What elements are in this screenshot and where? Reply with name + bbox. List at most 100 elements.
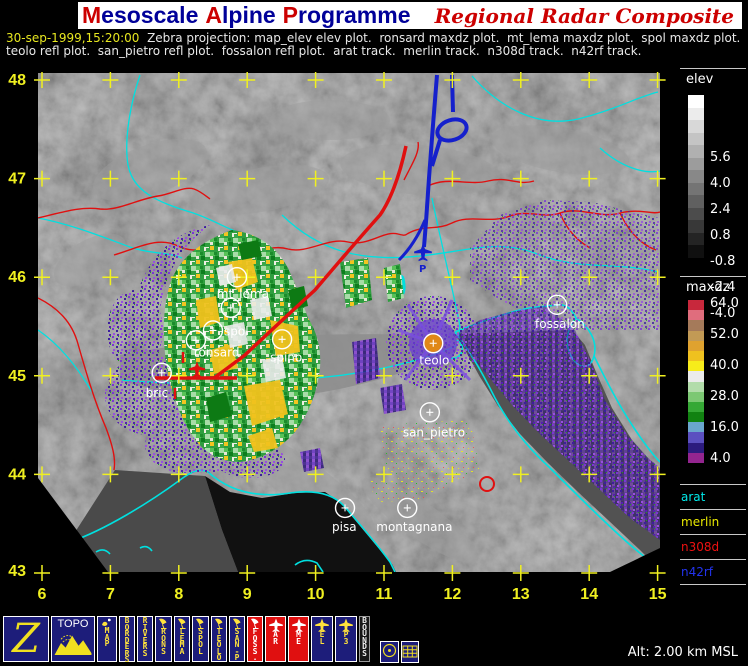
- site-label-mt_lema: mt_lema: [217, 287, 269, 301]
- colorbar-step: [688, 107, 704, 121]
- app-title: Mesoscale Alpine Programme: [82, 2, 418, 29]
- site-label-montagnana: montagnana: [376, 520, 452, 534]
- altitude-readout: Alt: 2.00 km MSL: [627, 645, 738, 660]
- toolbar-button-rivers[interactable]: RIVERS: [137, 616, 153, 662]
- site-label-spino: spino: [270, 350, 302, 364]
- radar-composite-map[interactable]: P mt_lemaspol ronsard spino bric teolo fossal…: [0, 0, 748, 666]
- colorbar-step: [688, 330, 704, 341]
- colorbar-scale-label: 52.0: [710, 327, 739, 342]
- toolbar-button-teolo[interactable]: TEOLO: [211, 616, 227, 662]
- lat-axis-label: 48: [8, 72, 26, 89]
- sun-icon: [382, 643, 397, 662]
- toolbar-button-label: SAN-P: [234, 627, 240, 662]
- status-bar: 30-sep-1999,15:20:00 Zebra projection: m…: [6, 32, 744, 58]
- toolbar-button-label: BORDERS: [124, 616, 130, 664]
- colorbar-step: [688, 422, 704, 433]
- colorbar-scale-label: 40.0: [710, 358, 739, 373]
- colorbar-step: [688, 207, 704, 221]
- colorbar-scale-label: 0.8: [710, 228, 731, 243]
- toolbar-button-topo[interactable]: TOPO: [51, 616, 95, 662]
- toolbar-button-bounds[interactable]: BOUNDS: [359, 616, 370, 662]
- mountain-icon: [54, 631, 92, 659]
- colorbar-step: [688, 391, 704, 402]
- track-label-merlin: merlin: [681, 515, 720, 529]
- legend-panel: elev 5.6 4.0 2.4 0.8 -0.8 -2.4 -4.0 maxdz 64.0…: [672, 60, 748, 616]
- toolbar-button-ar[interactable]: AR: [265, 616, 286, 662]
- toolbar-button-p3[interactable]: P3: [335, 616, 357, 662]
- lon-axis-label: 11: [376, 586, 393, 603]
- lat-axis-label: 44: [8, 466, 26, 483]
- colorbar-step: [688, 157, 704, 171]
- toolbar-button-label: LEMA: [179, 627, 185, 656]
- colorbar-step: [688, 320, 704, 331]
- colorbar-step: [688, 310, 704, 321]
- toolbar-button-lema[interactable]: LEMA: [174, 616, 190, 662]
- colorbar-step: [688, 350, 704, 362]
- zebra-logo: Z: [12, 616, 40, 662]
- site-label-san_pietro: san_pietro: [403, 425, 465, 439]
- colorbar-step: [688, 361, 704, 372]
- maxdz-colorbar-labels: 64.0 52.0 40.0 28.0 16.0 4.0: [710, 296, 748, 468]
- bottom-toolbar: Z TOPO M A P B O R D E R S R I V E R S R O N S L E M A S P O L T E O L O S A…: [3, 616, 421, 665]
- colorbar-step: [688, 220, 704, 233]
- colorbar-step: [688, 132, 704, 146]
- colorbar-step: [688, 300, 704, 311]
- colorbar-step: [688, 95, 704, 108]
- lon-axis-label: 6: [38, 586, 47, 603]
- colorbar-step: [688, 442, 704, 453]
- lon-axis-label: 10: [307, 586, 325, 603]
- toolbar-button-me[interactable]: ME: [288, 616, 309, 662]
- elev-legend-title: elev: [686, 72, 714, 87]
- toolbar-button-rons[interactable]: RONS: [155, 616, 172, 662]
- lat-axis-label: 45: [8, 368, 26, 385]
- site-label-ronsard: ronsard: [194, 345, 240, 359]
- lon-axis-label: 15: [649, 586, 667, 603]
- lat-axis-label: 43: [8, 563, 26, 580]
- colorbar-step: [688, 340, 704, 351]
- site-label-teolo: teolo: [419, 353, 449, 367]
- toolbar-button-label: ME: [296, 630, 301, 646]
- track-label-n42rf: n42rf: [681, 565, 714, 579]
- colorbar-step: [688, 232, 704, 246]
- toolbar-button-san-p[interactable]: SAN-P: [229, 616, 245, 662]
- toolbar-button-spol[interactable]: SPOL: [192, 616, 209, 662]
- toolbar-button-label: SPOL: [198, 627, 203, 656]
- toolbar-button-el[interactable]: EL: [311, 616, 333, 662]
- legend-separator: [680, 276, 746, 277]
- colorbar-scale-label: -0.8: [710, 254, 736, 269]
- title-word: Mesoscale: [82, 2, 199, 28]
- colorbar-step: [688, 170, 704, 183]
- lat-axis-label: 46: [8, 269, 26, 286]
- toolbar-button-label: TEOLO: [216, 627, 222, 662]
- toolbar-button-zebra[interactable]: Z: [3, 616, 49, 662]
- colorbar-step: [688, 145, 704, 158]
- colorbar-step: [688, 412, 704, 423]
- aircraft-flag-label: P: [419, 264, 426, 275]
- legend-separator: [680, 584, 746, 585]
- colorbar-step: [688, 245, 704, 258]
- toolbar-button-sun[interactable]: [380, 641, 399, 663]
- toolbar-button-label: EL: [319, 630, 325, 646]
- lon-axis-label: 13: [512, 586, 530, 603]
- colorbar-step: [688, 381, 704, 392]
- lon-axis-label: 9: [243, 586, 252, 603]
- track-label-n308d: n308d: [681, 540, 720, 554]
- toolbar-button-label: MAP: [104, 626, 110, 648]
- grid-icon: [402, 643, 418, 662]
- colorbar-scale-label: 4.0: [710, 451, 731, 466]
- track-label-arat: arat: [681, 490, 706, 504]
- lon-axis-label: 8: [174, 586, 183, 603]
- colorbar-step: [688, 120, 704, 133]
- toolbar-button-borders[interactable]: BORDERS: [119, 616, 135, 664]
- colorbar-scale-label: 2.4: [710, 202, 731, 217]
- title-word: Programme: [282, 2, 411, 28]
- colorbar-scale-label: 5.6: [710, 150, 731, 165]
- colorbar-step: [688, 401, 704, 413]
- toolbar-button-map[interactable]: MAP: [97, 616, 117, 662]
- legend-separator: [680, 68, 746, 69]
- toolbar-button-foss[interactable]: FOSS.: [247, 616, 263, 662]
- toolbar-button-grid[interactable]: [401, 641, 419, 663]
- lon-axis-label: 7: [106, 586, 115, 603]
- colorbar-step: [688, 195, 704, 208]
- toolbar-button-label: RONS: [161, 627, 166, 656]
